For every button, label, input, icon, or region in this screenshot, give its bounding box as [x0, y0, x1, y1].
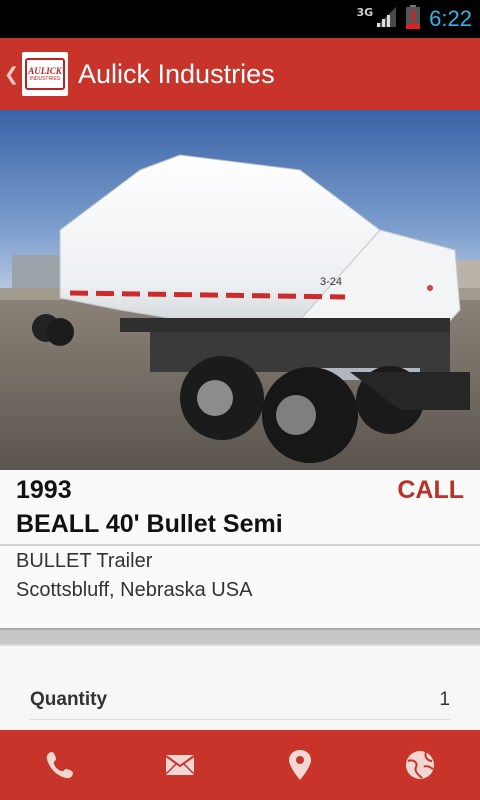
map-button[interactable] [240, 730, 360, 800]
spec-value: 1 [439, 689, 450, 710]
trailer-photo-illustration: 3-24 [0, 110, 480, 470]
listing-photo[interactable]: 3-24 [0, 110, 480, 470]
listing-year: 1993 [16, 476, 72, 504]
spec-label: Quantity [30, 689, 108, 710]
specs-section: Quantity 1 [0, 646, 480, 730]
status-time: 6:22 [429, 6, 472, 31]
logo-text-bottom: INDUSTRIES [29, 76, 61, 82]
call-button[interactable] [0, 730, 120, 800]
spec-row-quantity: Quantity 1 [30, 686, 450, 720]
listing-details: BULLET Trailer Scottsbluff, Nebraska USA [0, 546, 480, 628]
signal-icon [375, 6, 397, 32]
section-separator [0, 628, 480, 646]
logo-mark: AULICK INDUSTRIES [25, 58, 65, 90]
status-bar: 3G 6:22 [0, 0, 480, 38]
globe-icon [404, 749, 436, 781]
back-chevron-icon[interactable]: ❮ [4, 64, 19, 85]
logo-text-top: AULICK [28, 66, 62, 76]
listing-price[interactable]: CALL [397, 476, 464, 505]
mail-icon [165, 753, 195, 777]
map-pin-icon [288, 749, 312, 781]
network-type-label: 3G [356, 5, 374, 19]
listing-location: Scottsbluff, Nebraska USA [16, 579, 253, 601]
listing-header: 1993 CALL BEALL 40' Bullet Semi [0, 470, 480, 544]
bottom-action-bar [0, 730, 480, 800]
status-icons: 3G 6:22 [356, 0, 472, 38]
app-title: Aulick Industries [78, 58, 275, 89]
action-bar: ❮ AULICK INDUSTRIES Aulick Industries [0, 38, 480, 110]
listing-category: BULLET Trailer [16, 550, 153, 572]
phone-icon [44, 749, 76, 781]
battery-low-icon [405, 4, 421, 34]
website-button[interactable] [360, 730, 480, 800]
email-button[interactable] [120, 730, 240, 800]
listing-title: BEALL 40' Bullet Semi [16, 510, 283, 538]
app-logo[interactable]: AULICK INDUSTRIES [22, 52, 68, 96]
unit-number: 3-24 [320, 276, 342, 288]
